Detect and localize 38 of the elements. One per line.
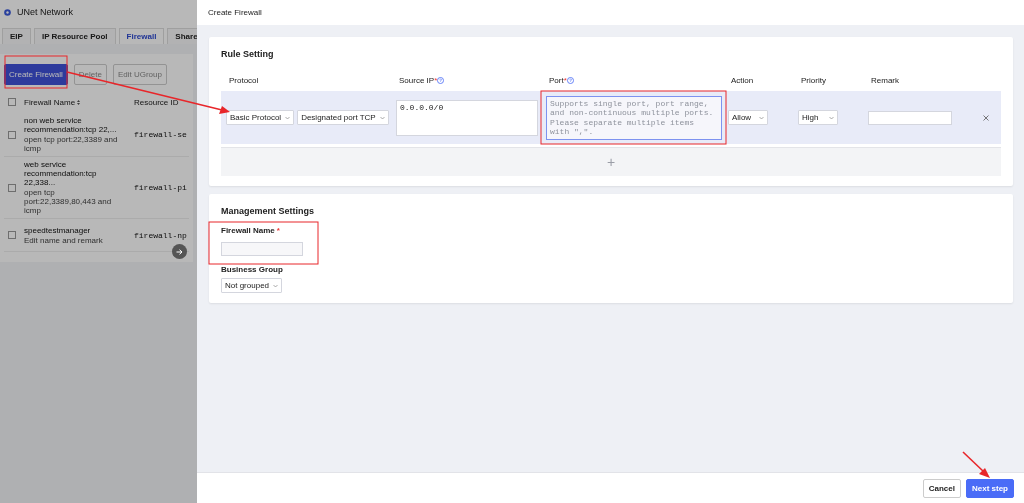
firewall-name: speedtestmanager [24, 225, 92, 235]
port-type-select[interactable]: Designated port TCP [297, 110, 389, 125]
resource-id: firewall-np [134, 230, 187, 240]
column-header[interactable]: Firewall Name [24, 97, 128, 107]
protocol-select[interactable]: Basic Protocol [226, 110, 295, 125]
source-ip-field[interactable]: 0.0.0.0/0 [396, 99, 538, 136]
required-mark: * [434, 75, 438, 85]
column-header: Remark [871, 75, 899, 85]
column-header: Resource ID [134, 97, 179, 107]
required-mark: * [276, 226, 280, 235]
section-title: Management Settings [221, 206, 315, 216]
drawer-title: Create Firewall [208, 8, 262, 17]
firewall-name: non web service recommendation:tcp 22,... [24, 116, 118, 134]
footer-button[interactable]: Cancel [922, 478, 961, 498]
tab[interactable]: Firewall [118, 28, 165, 44]
footer-button[interactable]: Next step [966, 478, 1014, 498]
business-group-select[interactable]: Not grouped [221, 278, 283, 293]
column-header: Action [731, 75, 754, 85]
column-header: Port [549, 75, 564, 85]
firewall-remark: Edit name and remark [24, 235, 104, 245]
action-select[interactable]: Allow [728, 110, 768, 125]
page-title: UNet Network [17, 7, 73, 17]
tab[interactable]: EIP [2, 28, 31, 44]
resource-id: firewall-pi [134, 183, 187, 192]
toolbar-button[interactable]: Create Firewall [4, 64, 68, 85]
priority-select[interactable]: High [798, 110, 838, 125]
resource-id: firewall-se [134, 130, 187, 139]
field-label: Business Group [221, 265, 283, 274]
column-header: Priority [801, 75, 826, 85]
column-header: Protocol [229, 75, 259, 85]
firewall-remark: open tcp port:22,3389 and icmp [24, 135, 119, 153]
firewall-remark: open tcp port:22,3389,80,443 and icmp [24, 188, 113, 215]
section-title: Rule Setting [221, 49, 275, 59]
tab[interactable]: Share [167, 28, 197, 44]
port-field[interactable]: Supports single port, port range, and non-continuous multiple ports. Please separate multiple items with ",". [546, 95, 722, 140]
field-label: Firewall Name [221, 226, 275, 235]
firewall-name: web service recommendation:tcp 22,338... [24, 160, 98, 187]
tab[interactable]: IP Resource Pool [33, 28, 116, 44]
